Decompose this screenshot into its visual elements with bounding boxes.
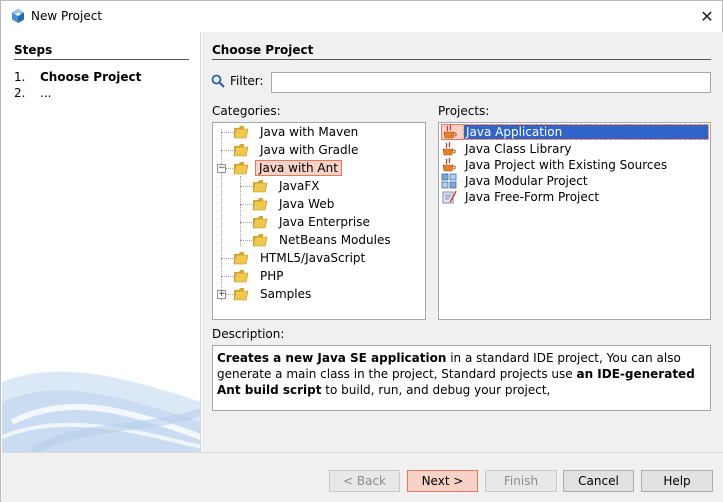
tree-item-label: PHP bbox=[260, 269, 284, 283]
folder-icon bbox=[252, 180, 268, 193]
projects-list[interactable]: Java Application Java Class Library Java… bbox=[438, 122, 711, 320]
content-panel: Choose Project Filter: Categories: Proje… bbox=[202, 32, 723, 452]
tree-item-java-with-gradle[interactable]: Java with Gradle bbox=[233, 141, 363, 159]
tree-item-java-with-maven[interactable]: Java with Maven bbox=[233, 123, 363, 141]
tree-item-label: Java with Ant bbox=[255, 160, 342, 176]
step-label: Choose Project bbox=[40, 70, 142, 84]
folder-icon bbox=[252, 234, 268, 247]
step-number: 1. bbox=[14, 70, 26, 84]
folder-icon bbox=[233, 252, 249, 265]
step-item: 2.... bbox=[14, 86, 51, 100]
description-bold-text: Creates a new Java SE application bbox=[217, 351, 447, 365]
steps-panel: Steps 1. Choose Project 2.... bbox=[2, 32, 201, 452]
window-title: New Project bbox=[31, 9, 103, 23]
new-project-dialog: New Project ✕ Steps 1. Choose Project 2..… bbox=[0, 0, 723, 502]
folder-icon bbox=[233, 126, 249, 139]
title-bar: New Project ✕ bbox=[1, 1, 722, 31]
tree-item-label: Samples bbox=[260, 287, 312, 301]
project-item-java-free-form[interactable]: Java Free-Form Project bbox=[441, 189, 709, 205]
project-item-label: Java Application bbox=[463, 124, 709, 140]
back-button[interactable]: < Back bbox=[329, 470, 400, 492]
folder-icon bbox=[233, 270, 249, 283]
tree-item-java-with-ant[interactable]: Java with Ant bbox=[233, 159, 342, 177]
tree-item-netbeans-modules[interactable]: NetBeans Modules bbox=[252, 231, 396, 249]
steps-divider bbox=[14, 59, 189, 60]
help-button[interactable]: Help bbox=[641, 470, 713, 492]
project-item-label: Java Modular Project bbox=[465, 174, 588, 188]
tree-item-label: Java Enterprise bbox=[279, 215, 370, 229]
tree-guide-line bbox=[240, 222, 252, 223]
description-box: Creates a new Java SE application in a s… bbox=[212, 345, 711, 411]
close-icon: ✕ bbox=[700, 6, 714, 26]
tree-item-javafx[interactable]: JavaFX bbox=[252, 177, 324, 195]
tree-guide-line bbox=[221, 276, 233, 277]
tree-guide-line bbox=[221, 132, 233, 133]
collapse-icon[interactable]: − bbox=[217, 164, 226, 173]
tree-item-label: Java Web bbox=[279, 197, 335, 211]
project-item-java-class-library[interactable]: Java Class Library bbox=[441, 141, 709, 157]
expand-icon[interactable]: + bbox=[217, 290, 226, 299]
tree-guide-line bbox=[221, 150, 233, 151]
netbeans-icon bbox=[12, 9, 24, 23]
java-cup-icon bbox=[442, 157, 456, 172]
next-button[interactable]: Next > bbox=[407, 470, 478, 492]
step-item: 1. Choose Project bbox=[14, 70, 141, 84]
filter-label: Filter: bbox=[230, 74, 264, 88]
tree-item-php[interactable]: PHP bbox=[233, 267, 289, 285]
tree-guide-line bbox=[225, 168, 233, 169]
tree-guide-line bbox=[221, 258, 233, 259]
description-text: to build, run, and debug your project, bbox=[321, 383, 551, 397]
steps-title: Steps bbox=[14, 43, 53, 57]
section-title: Choose Project bbox=[212, 43, 314, 57]
folder-icon bbox=[252, 198, 268, 211]
filter-input[interactable] bbox=[271, 72, 711, 93]
button-bar: < Back Next > Finish Cancel Help bbox=[2, 452, 723, 502]
project-item-java-modular[interactable]: Java Modular Project bbox=[441, 173, 709, 189]
folder-icon bbox=[252, 216, 268, 229]
decorative-swoosh-graphic bbox=[2, 371, 200, 452]
step-label: ... bbox=[40, 86, 52, 100]
tree-item-samples[interactable]: Samples bbox=[233, 285, 316, 303]
tree-item-label: JavaFX bbox=[279, 179, 320, 193]
tree-guide-line bbox=[240, 204, 252, 205]
project-item-java-application[interactable]: Java Application bbox=[441, 124, 709, 140]
tree-item-java-web[interactable]: Java Web bbox=[252, 195, 339, 213]
folder-icon bbox=[233, 144, 249, 157]
java-cup-icon bbox=[442, 141, 456, 156]
categories-label: Categories: bbox=[212, 104, 281, 118]
close-button[interactable]: ✕ bbox=[692, 1, 722, 31]
projects-label: Projects: bbox=[438, 104, 490, 118]
modular-project-icon bbox=[441, 173, 457, 189]
description-label: Description: bbox=[212, 327, 285, 341]
tree-item-label: NetBeans Modules bbox=[279, 233, 391, 247]
tree-item-java-enterprise[interactable]: Java Enterprise bbox=[252, 213, 375, 231]
cancel-button[interactable]: Cancel bbox=[563, 470, 634, 492]
tree-item-label: Java with Maven bbox=[260, 125, 359, 139]
java-cup-icon bbox=[443, 124, 457, 139]
tree-guide-line bbox=[221, 129, 222, 300]
folder-icon bbox=[233, 288, 249, 301]
tree-guide-line bbox=[240, 240, 252, 241]
tree-guide-line bbox=[240, 186, 252, 187]
tree-item-label: HTML5/JavaScript bbox=[260, 251, 366, 265]
section-divider bbox=[212, 59, 711, 60]
free-form-project-icon bbox=[442, 190, 457, 204]
project-item-existing-sources[interactable]: Java Project with Existing Sources bbox=[441, 157, 709, 173]
categories-tree[interactable]: − + Java with Maven Java with Gradle Jav… bbox=[212, 122, 426, 320]
step-number: 2. bbox=[14, 86, 26, 100]
tree-item-label: Java with Gradle bbox=[260, 143, 359, 157]
project-item-label: Java Free-Form Project bbox=[465, 190, 600, 204]
open-folder-icon bbox=[233, 162, 249, 175]
search-icon bbox=[211, 74, 225, 88]
project-item-label: Java Project with Existing Sources bbox=[465, 158, 668, 172]
finish-button[interactable]: Finish bbox=[485, 470, 557, 492]
tree-guide-line bbox=[225, 294, 233, 295]
tree-item-html5-javascript[interactable]: HTML5/JavaScript bbox=[233, 249, 370, 267]
project-item-label: Java Class Library bbox=[465, 142, 572, 156]
